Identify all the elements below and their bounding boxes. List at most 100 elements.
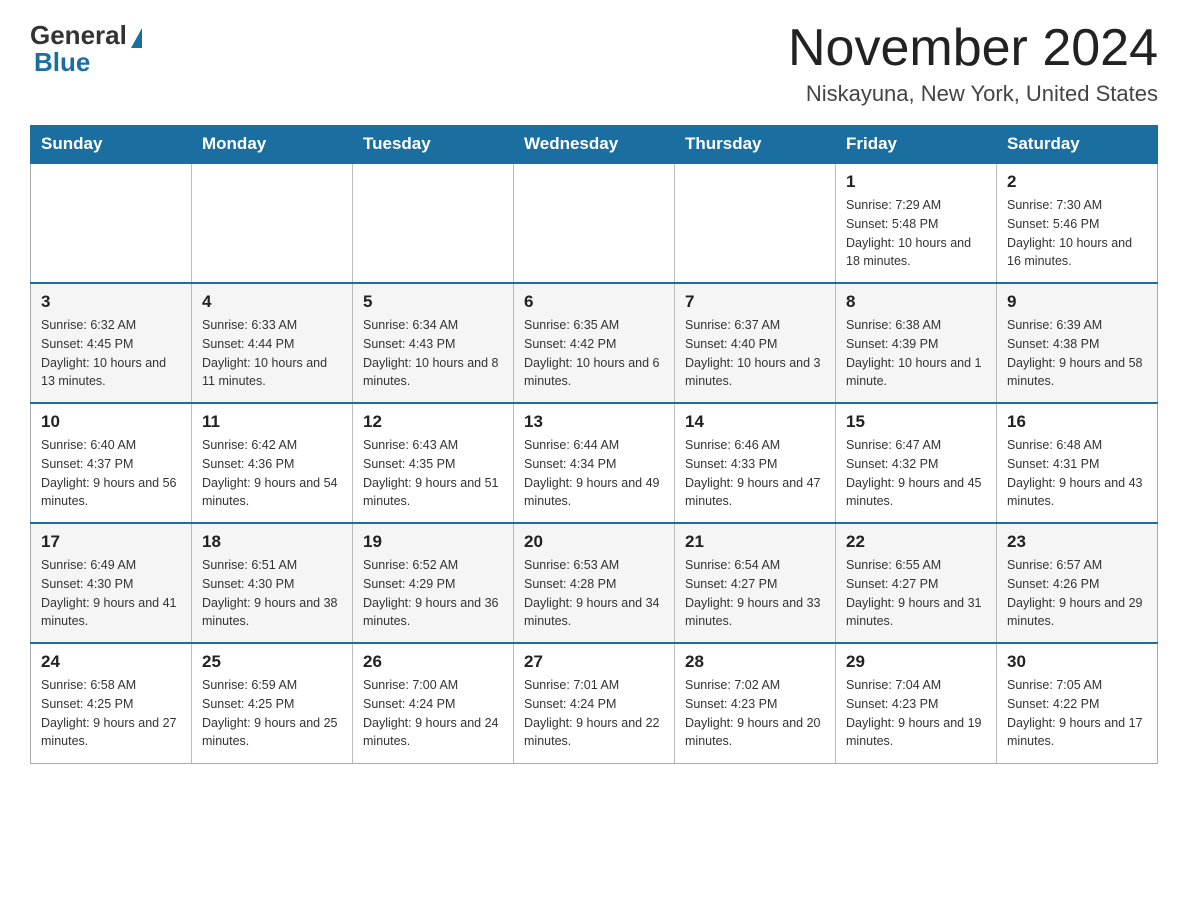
day-number: 10 — [41, 412, 181, 432]
header-tuesday: Tuesday — [353, 126, 514, 164]
calendar-day-cell: 29 Sunrise: 7:04 AMSunset: 4:23 PMDayligh… — [836, 643, 997, 763]
day-sun-info: Sunrise: 7:00 AMSunset: 4:24 PMDaylight:… — [363, 676, 503, 751]
day-number: 23 — [1007, 532, 1147, 552]
calendar-week-row: 24 Sunrise: 6:58 AMSunset: 4:25 PMDayligh… — [31, 643, 1158, 763]
day-sun-info: Sunrise: 6:48 AMSunset: 4:31 PMDaylight:… — [1007, 436, 1147, 511]
day-sun-info: Sunrise: 7:02 AMSunset: 4:23 PMDaylight:… — [685, 676, 825, 751]
day-number: 6 — [524, 292, 664, 312]
day-number: 25 — [202, 652, 342, 672]
calendar-location: Niskayuna, New York, United States — [788, 81, 1158, 107]
day-number: 21 — [685, 532, 825, 552]
day-number: 17 — [41, 532, 181, 552]
day-sun-info: Sunrise: 6:52 AMSunset: 4:29 PMDaylight:… — [363, 556, 503, 631]
calendar-week-row: 17 Sunrise: 6:49 AMSunset: 4:30 PMDayligh… — [31, 523, 1158, 643]
day-number: 18 — [202, 532, 342, 552]
calendar-day-cell: 30Sunrise: 7:05 AMSunset: 4:22 PMDayligh… — [997, 643, 1158, 763]
calendar-title-area: November 2024 Niskayuna, New York, Unite… — [788, 20, 1158, 107]
calendar-day-cell: 1 Sunrise: 7:29 AMSunset: 5:48 PMDaylight… — [836, 163, 997, 283]
calendar-day-cell: 12Sunrise: 6:43 AMSunset: 4:35 PMDayligh… — [353, 403, 514, 523]
header-thursday: Thursday — [675, 126, 836, 164]
calendar-day-cell: 10 Sunrise: 6:40 AMSunset: 4:37 PMDayligh… — [31, 403, 192, 523]
calendar-day-cell: 8 Sunrise: 6:38 AMSunset: 4:39 PMDaylight… — [836, 283, 997, 403]
day-sun-info: Sunrise: 6:54 AMSunset: 4:27 PMDaylight:… — [685, 556, 825, 631]
day-sun-info: Sunrise: 6:38 AMSunset: 4:39 PMDaylight:… — [846, 316, 986, 391]
day-number: 9 — [1007, 292, 1147, 312]
day-sun-info: Sunrise: 6:55 AMSunset: 4:27 PMDaylight:… — [846, 556, 986, 631]
day-number: 7 — [685, 292, 825, 312]
day-number: 14 — [685, 412, 825, 432]
calendar-day-cell: 19 Sunrise: 6:52 AMSunset: 4:29 PMDayligh… — [353, 523, 514, 643]
calendar-day-cell: 28 Sunrise: 7:02 AMSunset: 4:23 PMDayligh… — [675, 643, 836, 763]
day-sun-info: Sunrise: 6:37 AMSunset: 4:40 PMDaylight:… — [685, 316, 825, 391]
day-number: 16 — [1007, 412, 1147, 432]
calendar-day-cell: 18 Sunrise: 6:51 AMSunset: 4:30 PMDayligh… — [192, 523, 353, 643]
day-number: 29 — [846, 652, 986, 672]
calendar-day-cell: 5 Sunrise: 6:34 AMSunset: 4:43 PMDaylight… — [353, 283, 514, 403]
day-sun-info: Sunrise: 7:29 AMSunset: 5:48 PMDaylight:… — [846, 196, 986, 271]
day-number: 1 — [846, 172, 986, 192]
calendar-day-cell: 21 Sunrise: 6:54 AMSunset: 4:27 PMDayligh… — [675, 523, 836, 643]
day-sun-info: Sunrise: 6:34 AMSunset: 4:43 PMDaylight:… — [363, 316, 503, 391]
calendar-day-cell: 20Sunrise: 6:53 AMSunset: 4:28 PMDayligh… — [514, 523, 675, 643]
day-number: 5 — [363, 292, 503, 312]
calendar-day-cell: 9 Sunrise: 6:39 AMSunset: 4:38 PMDaylight… — [997, 283, 1158, 403]
calendar-week-row: 1 Sunrise: 7:29 AMSunset: 5:48 PMDaylight… — [31, 163, 1158, 283]
day-sun-info: Sunrise: 6:44 AMSunset: 4:34 PMDaylight:… — [524, 436, 664, 511]
header-friday: Friday — [836, 126, 997, 164]
day-number: 8 — [846, 292, 986, 312]
day-sun-info: Sunrise: 7:30 AMSunset: 5:46 PMDaylight:… — [1007, 196, 1147, 271]
calendar-day-cell — [192, 163, 353, 283]
logo: General Blue — [30, 20, 142, 78]
day-number: 20 — [524, 532, 664, 552]
day-number: 27 — [524, 652, 664, 672]
calendar-table: Sunday Monday Tuesday Wednesday Thursday… — [30, 125, 1158, 764]
calendar-day-cell: 13Sunrise: 6:44 AMSunset: 4:34 PMDayligh… — [514, 403, 675, 523]
day-number: 2 — [1007, 172, 1147, 192]
calendar-day-cell: 11 Sunrise: 6:42 AMSunset: 4:36 PMDayligh… — [192, 403, 353, 523]
weekday-header-row: Sunday Monday Tuesday Wednesday Thursday… — [31, 126, 1158, 164]
day-number: 4 — [202, 292, 342, 312]
calendar-month-year: November 2024 — [788, 20, 1158, 77]
calendar-week-row: 3Sunrise: 6:32 AMSunset: 4:45 PMDaylight… — [31, 283, 1158, 403]
day-sun-info: Sunrise: 6:32 AMSunset: 4:45 PMDaylight:… — [41, 316, 181, 391]
day-sun-info: Sunrise: 6:39 AMSunset: 4:38 PMDaylight:… — [1007, 316, 1147, 391]
day-sun-info: Sunrise: 7:04 AMSunset: 4:23 PMDaylight:… — [846, 676, 986, 751]
header-sunday: Sunday — [31, 126, 192, 164]
calendar-day-cell: 24 Sunrise: 6:58 AMSunset: 4:25 PMDayligh… — [31, 643, 192, 763]
day-sun-info: Sunrise: 6:40 AMSunset: 4:37 PMDaylight:… — [41, 436, 181, 511]
day-number: 28 — [685, 652, 825, 672]
day-sun-info: Sunrise: 6:46 AMSunset: 4:33 PMDaylight:… — [685, 436, 825, 511]
day-number: 30 — [1007, 652, 1147, 672]
day-sun-info: Sunrise: 6:33 AMSunset: 4:44 PMDaylight:… — [202, 316, 342, 391]
day-sun-info: Sunrise: 6:57 AMSunset: 4:26 PMDaylight:… — [1007, 556, 1147, 631]
day-sun-info: Sunrise: 6:47 AMSunset: 4:32 PMDaylight:… — [846, 436, 986, 511]
day-number: 11 — [202, 412, 342, 432]
day-number: 26 — [363, 652, 503, 672]
logo-triangle-icon — [131, 28, 142, 48]
day-sun-info: Sunrise: 6:49 AMSunset: 4:30 PMDaylight:… — [41, 556, 181, 631]
calendar-day-cell — [675, 163, 836, 283]
day-number: 22 — [846, 532, 986, 552]
day-number: 19 — [363, 532, 503, 552]
calendar-day-cell: 22 Sunrise: 6:55 AMSunset: 4:27 PMDayligh… — [836, 523, 997, 643]
day-sun-info: Sunrise: 6:43 AMSunset: 4:35 PMDaylight:… — [363, 436, 503, 511]
calendar-day-cell: 15Sunrise: 6:47 AMSunset: 4:32 PMDayligh… — [836, 403, 997, 523]
day-number: 24 — [41, 652, 181, 672]
calendar-day-cell: 27 Sunrise: 7:01 AMSunset: 4:24 PMDayligh… — [514, 643, 675, 763]
day-sun-info: Sunrise: 6:42 AMSunset: 4:36 PMDaylight:… — [202, 436, 342, 511]
calendar-day-cell: 3Sunrise: 6:32 AMSunset: 4:45 PMDaylight… — [31, 283, 192, 403]
day-sun-info: Sunrise: 7:01 AMSunset: 4:24 PMDaylight:… — [524, 676, 664, 751]
calendar-day-cell: 2 Sunrise: 7:30 AMSunset: 5:46 PMDaylight… — [997, 163, 1158, 283]
calendar-week-row: 10 Sunrise: 6:40 AMSunset: 4:37 PMDayligh… — [31, 403, 1158, 523]
calendar-day-cell: 25Sunrise: 6:59 AMSunset: 4:25 PMDayligh… — [192, 643, 353, 763]
calendar-day-cell: 16 Sunrise: 6:48 AMSunset: 4:31 PMDayligh… — [997, 403, 1158, 523]
calendar-day-cell: 7 Sunrise: 6:37 AMSunset: 4:40 PMDaylight… — [675, 283, 836, 403]
calendar-day-cell — [31, 163, 192, 283]
calendar-day-cell: 23 Sunrise: 6:57 AMSunset: 4:26 PMDayligh… — [997, 523, 1158, 643]
calendar-day-cell — [514, 163, 675, 283]
day-sun-info: Sunrise: 6:58 AMSunset: 4:25 PMDaylight:… — [41, 676, 181, 751]
logo-text-blue: Blue — [30, 47, 90, 78]
calendar-day-cell — [353, 163, 514, 283]
day-sun-info: Sunrise: 6:51 AMSunset: 4:30 PMDaylight:… — [202, 556, 342, 631]
header-saturday: Saturday — [997, 126, 1158, 164]
